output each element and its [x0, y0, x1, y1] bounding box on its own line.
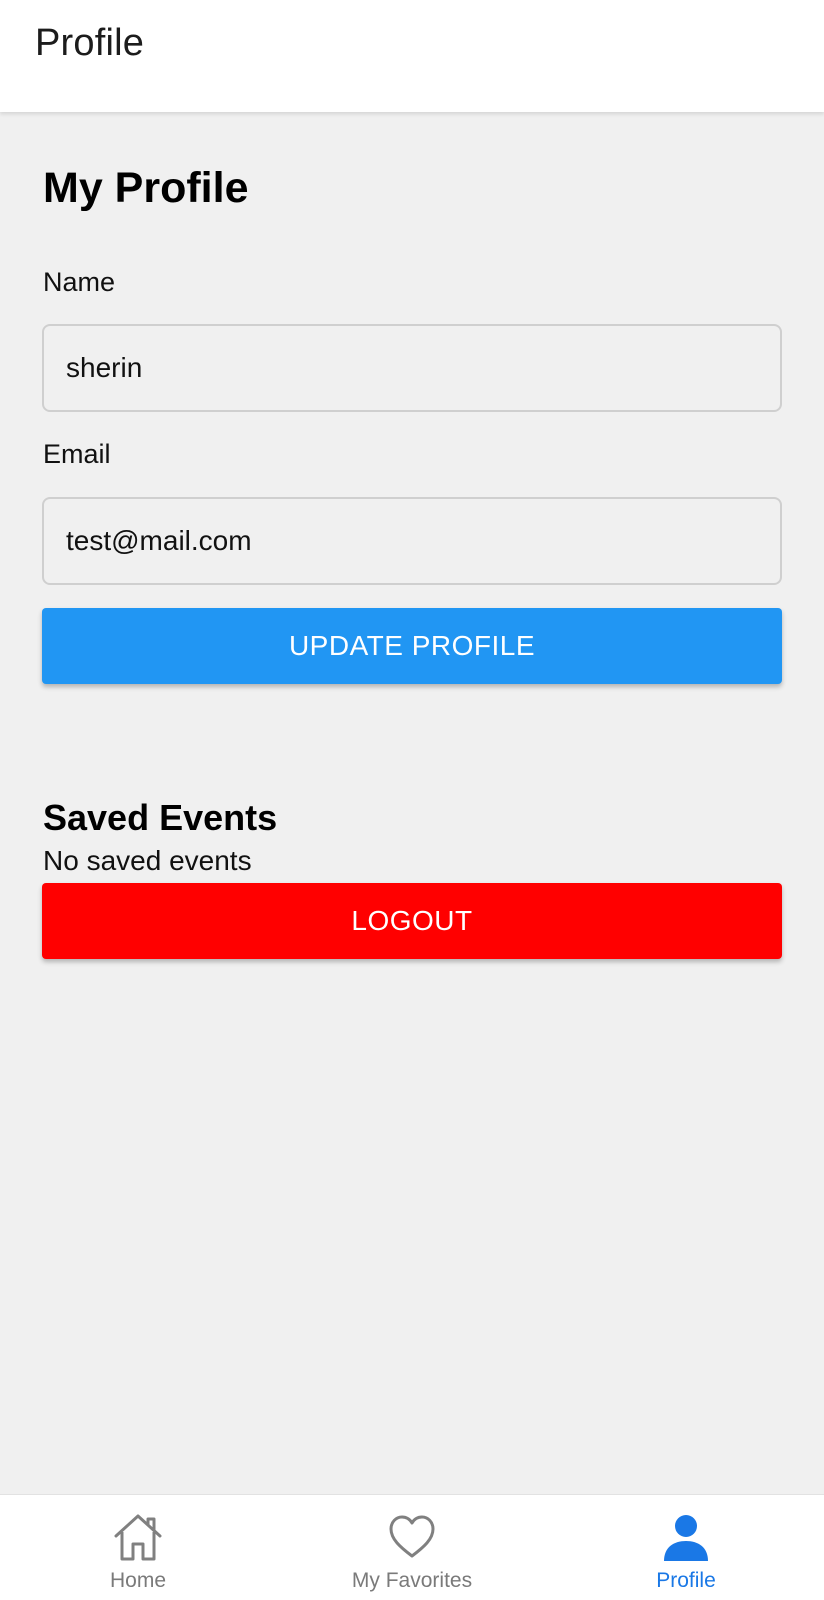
- tab-home-label: Home: [109, 1569, 167, 1592]
- person-icon: [660, 1511, 712, 1563]
- app-root: Profile My Profile Name Email UPDATE PRO…: [0, 0, 824, 1600]
- saved-events-title: Saved Events: [43, 797, 278, 838]
- tab-profile[interactable]: Profile: [626, 1495, 746, 1600]
- logout-button[interactable]: LOGOUT: [42, 883, 782, 959]
- update-profile-button[interactable]: UPDATE PROFILE: [42, 608, 782, 684]
- home-icon: [112, 1511, 164, 1563]
- tab-my-favorites[interactable]: My Favorites: [332, 1495, 492, 1600]
- heart-icon: [386, 1511, 438, 1563]
- bottom-navigation: Home My Favorites Profile: [0, 1494, 824, 1600]
- tab-my-favorites-label: My Favorites: [351, 1569, 473, 1592]
- name-input[interactable]: [42, 324, 782, 412]
- name-label: Name: [43, 267, 116, 297]
- app-header: Profile: [0, 0, 824, 112]
- tab-home[interactable]: Home: [78, 1495, 198, 1600]
- header-title: Profile: [35, 22, 145, 64]
- email-input[interactable]: [42, 497, 782, 585]
- page-title: My Profile: [43, 164, 249, 212]
- tab-profile-label: Profile: [656, 1569, 716, 1592]
- email-label: Email: [43, 439, 111, 469]
- saved-events-empty-text: No saved events: [43, 845, 252, 876]
